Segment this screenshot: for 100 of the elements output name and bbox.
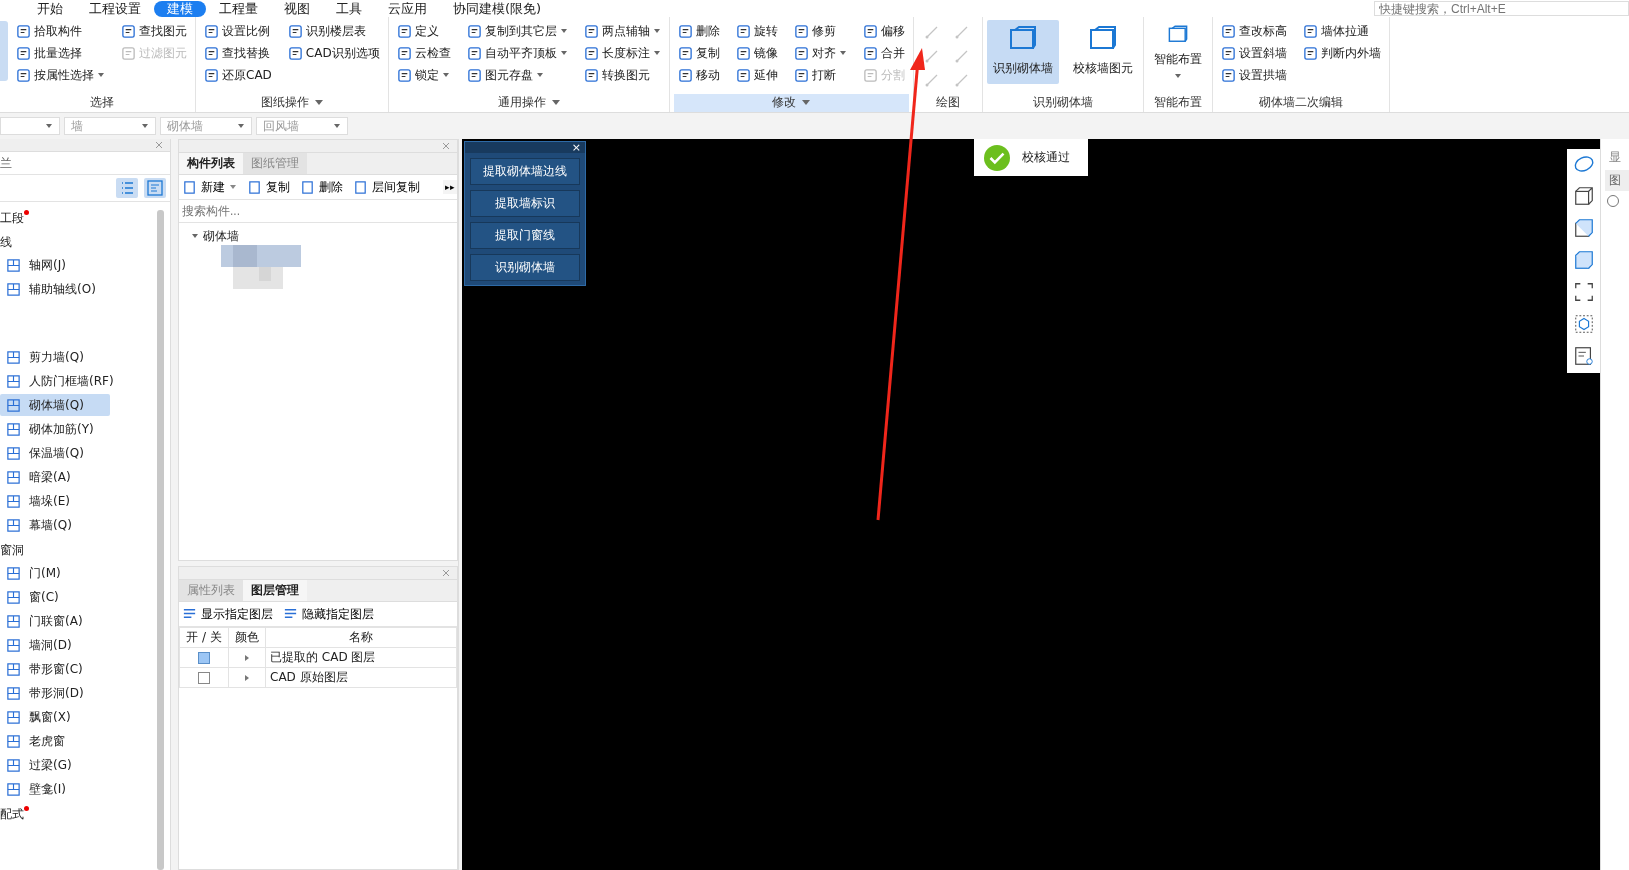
cube-icon[interactable] xyxy=(1572,185,1595,207)
component-type-item[interactable]: 门联窗(A) xyxy=(0,610,110,632)
toolbar-button[interactable]: 层间复制 xyxy=(350,178,423,196)
fullscreen-icon[interactable] xyxy=(1572,281,1595,303)
toolbar-button[interactable]: 显示指定图层 xyxy=(179,605,276,623)
ribbon-button[interactable]: 锁定 xyxy=(392,64,455,86)
component-type-item[interactable]: 窗(C) xyxy=(0,586,110,608)
expand-arrow-icon[interactable] xyxy=(243,673,251,682)
expand-arrow-icon[interactable] xyxy=(243,653,251,662)
toolbar-button[interactable]: 新建 xyxy=(179,178,240,196)
component-type-item[interactable]: 壁龛(I) xyxy=(0,778,110,800)
component-type-item[interactable]: 墙垛(E) xyxy=(0,490,110,512)
menu-tab[interactable]: 视图 xyxy=(271,0,323,17)
ribbon-button[interactable]: 查找图元 xyxy=(117,20,191,42)
ribbon-button[interactable]: 定义 xyxy=(392,20,455,42)
draw-tool-icon[interactable] xyxy=(923,48,940,64)
ribbon-button[interactable]: 延伸 xyxy=(731,64,782,86)
panel-button[interactable]: 提取门窗线 xyxy=(470,222,580,249)
ribbon-button[interactable]: 对齐 xyxy=(789,42,851,64)
ribbon-button[interactable]: 还原CAD xyxy=(200,64,276,86)
list-view-icon[interactable] xyxy=(116,178,138,198)
large-ribbon-button[interactable]: 智能布置 xyxy=(1147,20,1208,84)
scrollbar[interactable] xyxy=(157,210,164,870)
list-eye-icon[interactable] xyxy=(1572,345,1595,367)
category-label[interactable]: 工段 xyxy=(0,206,24,230)
component-type-item[interactable]: 过梁(G) xyxy=(0,754,110,776)
component-type-item[interactable]: 飘窗(X) xyxy=(0,706,110,728)
menu-tab[interactable]: 协同建模(限免) xyxy=(440,0,555,17)
panel-button[interactable]: 识别砌体墙 xyxy=(470,254,580,281)
ribbon-button[interactable]: 自动平齐顶板 xyxy=(462,42,572,64)
dropdown[interactable] xyxy=(0,117,60,135)
panel-tab[interactable]: 图 xyxy=(1605,170,1629,191)
shortcut-search-field[interactable]: 快捷键搜索，Ctrl+Alt+E xyxy=(1374,1,1629,16)
menu-tab[interactable]: 工程设置 xyxy=(76,0,154,17)
ribbon-button[interactable]: 复制到其它层 xyxy=(462,20,572,42)
toolbar-button[interactable]: 复制 xyxy=(244,178,293,196)
ribbon-button[interactable]: 旋转 xyxy=(731,20,782,42)
ribbon-button[interactable]: 偏移 xyxy=(858,20,909,42)
ribbon-button[interactable]: 设置拱墙 xyxy=(1216,64,1291,86)
panel-button[interactable]: 提取墙标识 xyxy=(470,190,580,217)
toolbar-button[interactable]: 删除 xyxy=(297,178,346,196)
menu-tab[interactable]: 云应用 xyxy=(375,0,440,17)
expand-caret-icon[interactable] xyxy=(191,232,199,240)
component-type-item[interactable]: 墙洞(D) xyxy=(0,634,110,656)
close-icon[interactable] xyxy=(154,140,164,150)
component-type-item[interactable]: 辅助轴线(O) xyxy=(0,278,110,300)
ribbon-button[interactable]: 转换图元 xyxy=(579,64,665,86)
category-label[interactable]: 配式 xyxy=(0,802,24,826)
close-icon[interactable] xyxy=(441,568,451,578)
component-type-item[interactable]: 幕墙(Q) xyxy=(0,514,110,536)
ribbon-button[interactable]: 批量选择 xyxy=(12,42,109,64)
box-select-icon[interactable] xyxy=(1572,313,1595,335)
ribbon-button[interactable]: 墙体拉通 xyxy=(1298,20,1385,42)
component-type-item[interactable]: 门(M) xyxy=(0,562,110,584)
ribbon-button[interactable]: 长度标注 xyxy=(579,42,665,64)
component-type-item[interactable]: 轴网(J) xyxy=(0,254,110,276)
ribbon-button[interactable]: 识别楼层表 xyxy=(283,20,384,42)
component-type-item[interactable]: 剪力墙(Q) xyxy=(0,346,110,368)
ribbon-button[interactable]: 合并 xyxy=(858,42,909,64)
checkbox[interactable] xyxy=(198,672,210,684)
menu-tab[interactable]: 工程量 xyxy=(206,0,271,17)
ribbon-button[interactable]: 拾取构件 xyxy=(12,20,109,42)
cube-icon[interactable] xyxy=(1572,217,1595,239)
toolbar-button[interactable]: 隐藏指定图层 xyxy=(280,605,377,623)
ribbon-button[interactable]: 移动 xyxy=(673,64,724,86)
component-type-item[interactable]: 暗梁(A) xyxy=(0,466,110,488)
component-type-item[interactable]: 带形窗(C) xyxy=(0,658,110,680)
more-button[interactable]: ▸▸ xyxy=(443,180,457,194)
ribbon-button[interactable]: 按属性选择 xyxy=(12,64,109,86)
menu-tab[interactable]: 建模 xyxy=(154,0,206,17)
category-label[interactable]: 线 xyxy=(0,230,12,254)
panel-tab[interactable]: 构件列表 xyxy=(179,153,243,174)
menu-tab[interactable]: 开始 xyxy=(24,0,76,17)
draw-tool-icon[interactable] xyxy=(923,24,940,40)
component-type-item[interactable]: 带形洞(D) xyxy=(0,682,110,704)
draw-tool-icon[interactable] xyxy=(953,24,970,40)
draw-tool-icon[interactable] xyxy=(953,72,970,88)
draw-tool-icon[interactable] xyxy=(923,72,940,88)
draw-tool-icon[interactable] xyxy=(953,48,970,64)
component-type-item[interactable]: 砌体加筋(Y) xyxy=(0,418,110,440)
ribbon-button[interactable]: 修剪 xyxy=(789,20,851,42)
close-icon[interactable] xyxy=(441,141,451,151)
detail-view-icon[interactable] xyxy=(144,178,166,198)
component-type-item[interactable]: 砌体墙(Q) xyxy=(0,394,110,416)
ribbon-button[interactable]: 两点辅轴 xyxy=(579,20,665,42)
large-ribbon-button[interactable]: 识别砌体墙 xyxy=(986,20,1059,84)
ribbon-button[interactable]: 镜像 xyxy=(731,42,782,64)
panel-tab[interactable]: 图层管理 xyxy=(243,580,307,601)
component-type-item[interactable]: 保温墙(Q) xyxy=(0,442,110,464)
ribbon-button[interactable]: 云检查 xyxy=(392,42,455,64)
ribbon-button[interactable]: 图元存盘 xyxy=(462,64,572,86)
panel-button[interactable]: 提取砌体墙边线 xyxy=(470,158,580,185)
ribbon-button[interactable]: CAD识别选项 xyxy=(283,42,384,64)
ribbon-button[interactable]: 删除 xyxy=(673,20,724,42)
tree-node[interactable]: 砌体墙 xyxy=(203,227,239,245)
orbit-icon[interactable] xyxy=(1572,153,1595,175)
ribbon-button[interactable]: 复制 xyxy=(673,42,724,64)
ribbon-button[interactable]: 查找替换 xyxy=(200,42,276,64)
menu-tab[interactable]: 工具 xyxy=(323,0,375,17)
ribbon-button[interactable]: 设置比例 xyxy=(200,20,276,42)
